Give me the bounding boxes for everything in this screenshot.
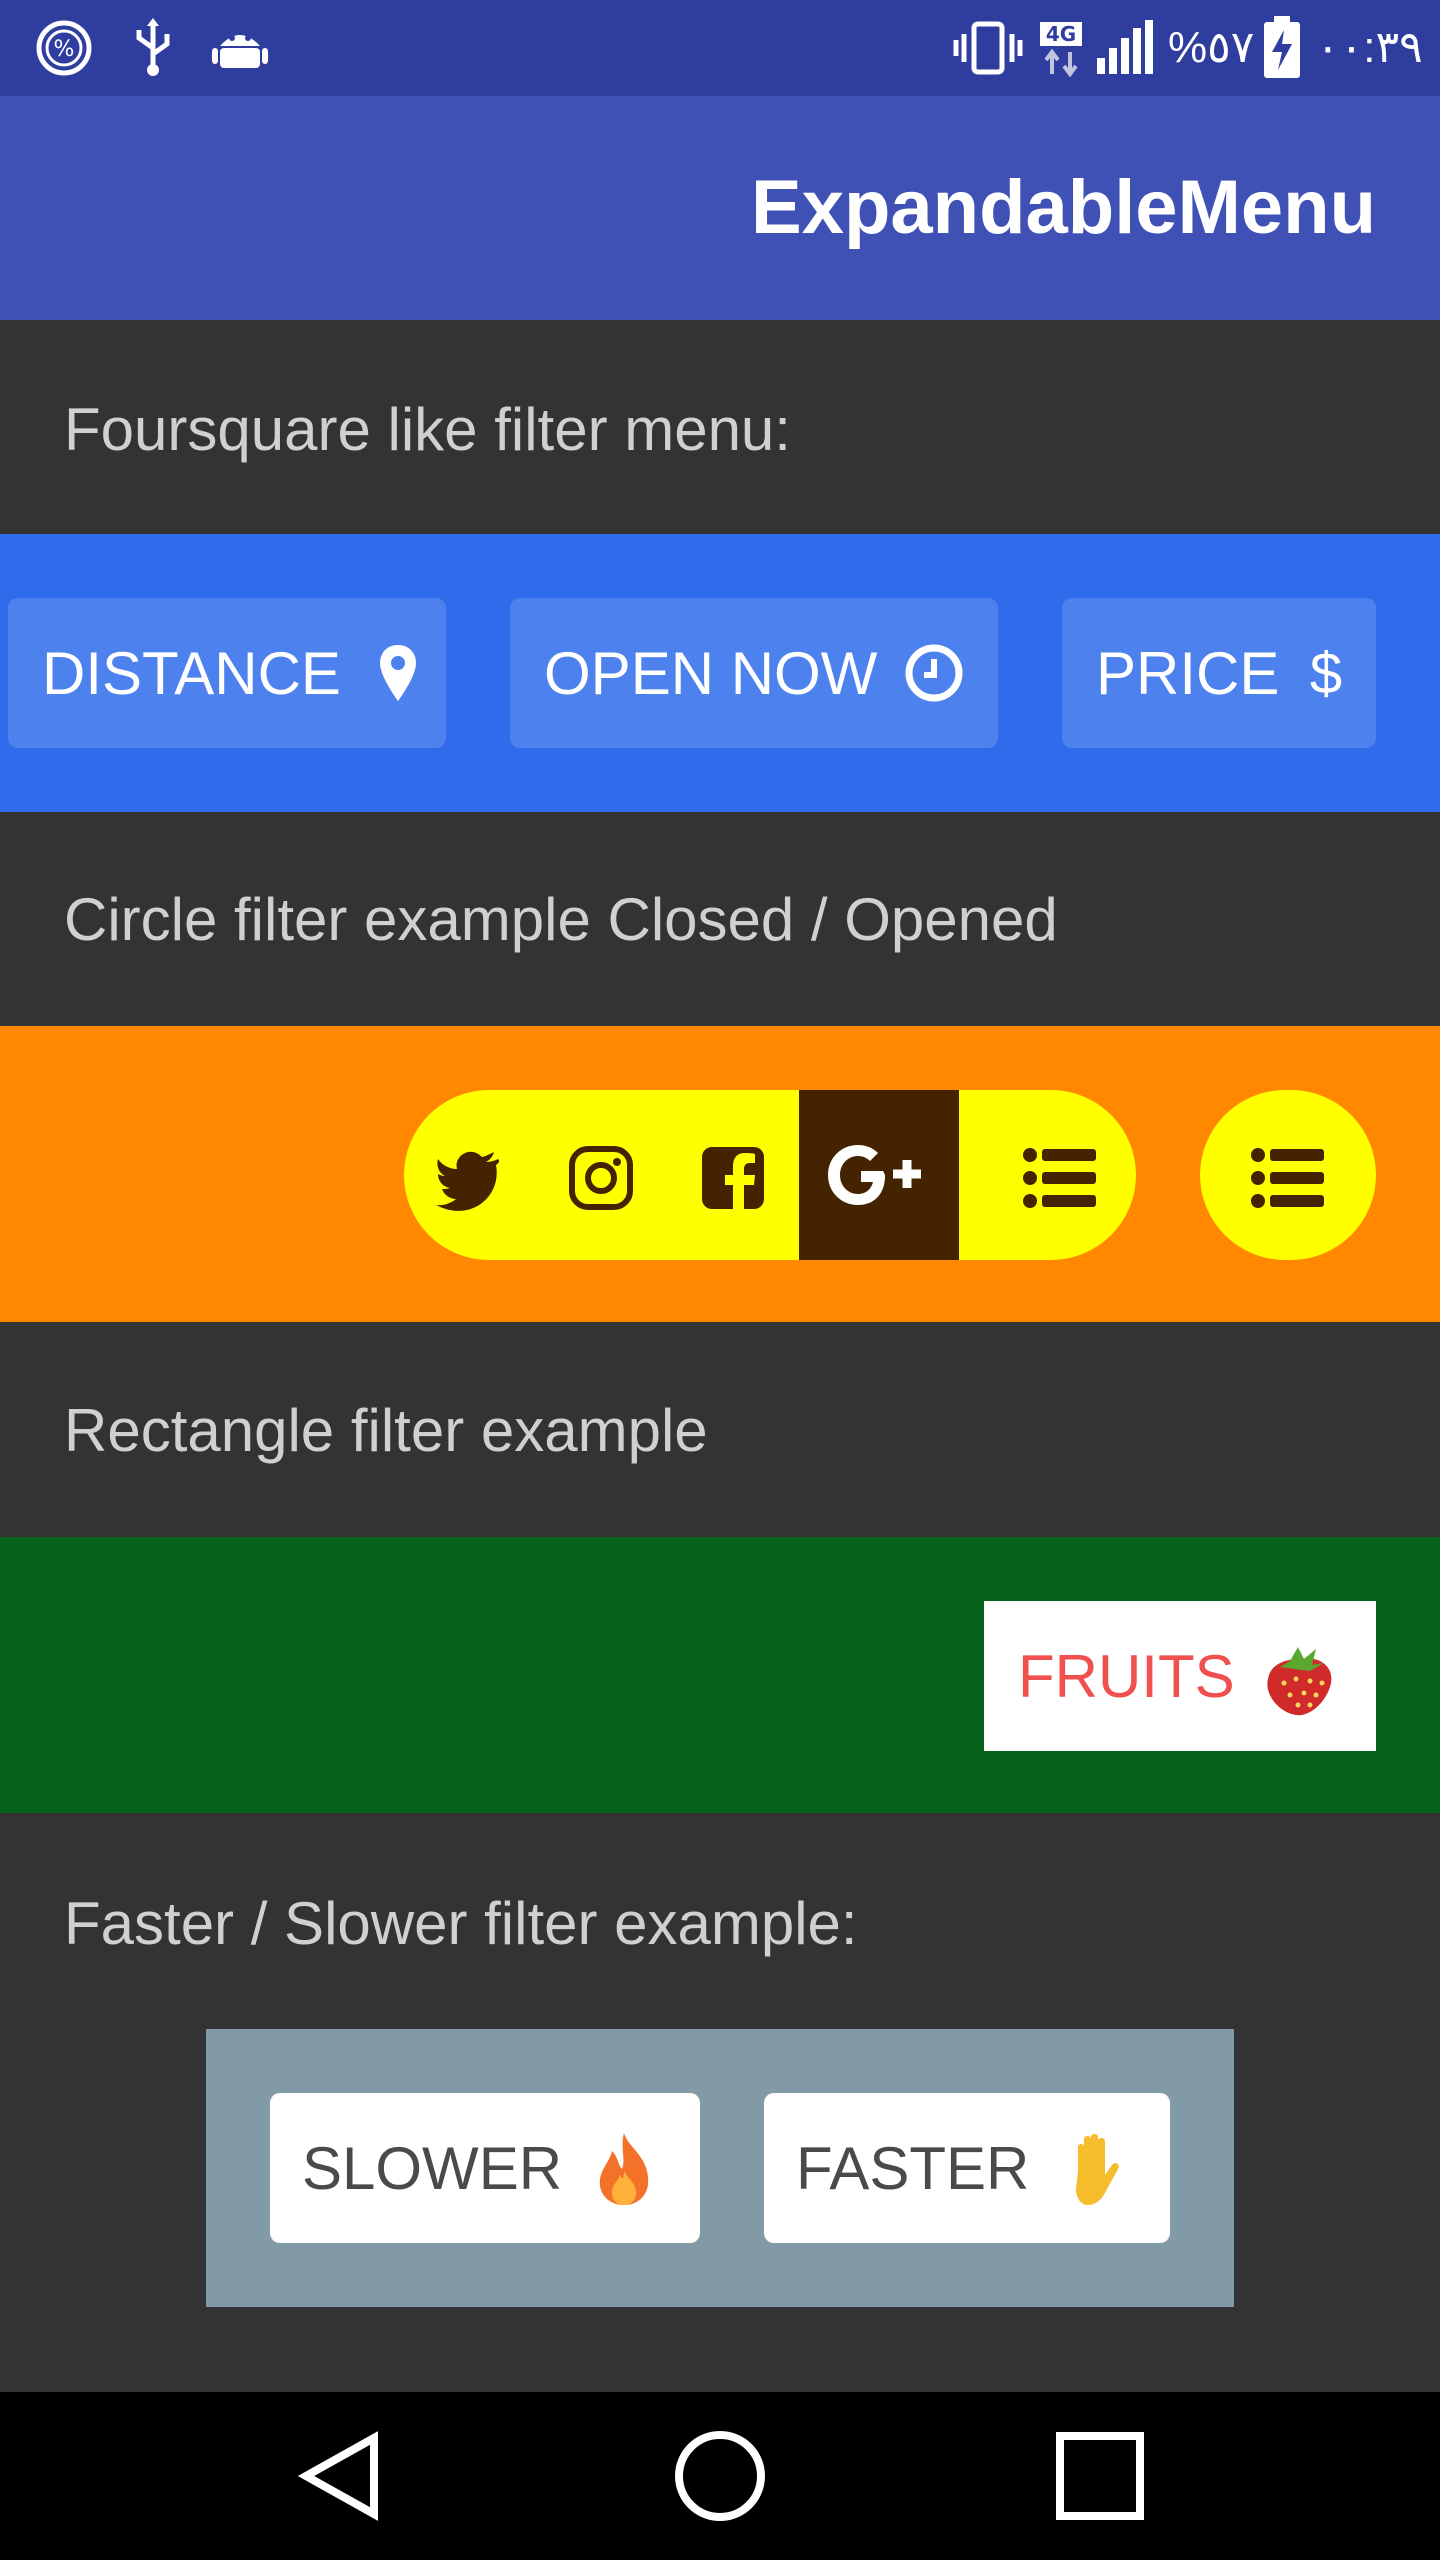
circle-menu-closed[interactable] [1200,1090,1376,1260]
speed-filter-box: SLOWER FASTER [206,2029,1234,2307]
battery-percent: %٥٧ [1168,23,1255,72]
clock-time: ٠٠:٣٩ [1316,23,1423,72]
circle-menu-opened [404,1090,1136,1260]
speed-section-label: Faster / Slower filter example: [64,1890,858,1957]
android-icon [210,18,270,78]
circle-section-label: Circle filter example Closed / Opened [64,886,1058,953]
recents-icon[interactable] [1050,2426,1150,2526]
navigation-bar [0,2392,1440,2560]
raised-hand-icon [1064,2131,1128,2207]
rectangle-section-label: Rectangle filter example [64,1397,708,1464]
price-label: PRICE [1096,639,1280,707]
map-marker-icon [368,643,428,703]
instagram-icon[interactable] [568,1145,634,1211]
open-now-label: OPEN NOW [544,639,878,707]
rectangle-filter-bar: FRUITS [0,1537,1440,1813]
slower-label: SLOWER [302,2134,563,2202]
faster-label: FASTER [796,2134,1030,2202]
google-plus-icon [827,1138,931,1212]
dollar-icon: $ [1296,641,1356,706]
fruits-label: FRUITS [1018,1642,1235,1710]
app-title: ExpandableMenu [751,165,1376,250]
faster-button[interactable]: FASTER [764,2093,1170,2243]
distance-button[interactable]: DISTANCE [8,598,446,748]
open-now-button[interactable]: OPEN NOW [510,598,998,748]
foursquare-filter-bar: DISTANCE OPEN NOW PRICE $ [0,534,1440,812]
twitter-icon[interactable] [436,1145,502,1211]
strawberry-icon [1260,1639,1340,1719]
svg-text:4G: 4G [1046,22,1076,46]
usb-icon [128,18,178,78]
distance-label: DISTANCE [42,639,341,707]
app-bar: ExpandableMenu [0,96,1440,320]
fruits-button[interactable]: FRUITS [984,1601,1376,1751]
fire-icon [594,2131,654,2207]
signal-icon [1094,18,1156,78]
clock-icon [904,643,964,703]
svg-text:%: % [54,37,75,62]
google-plus-selected-cell[interactable] [799,1090,959,1260]
list-icon[interactable] [1022,1145,1098,1211]
slower-button[interactable]: SLOWER [270,2093,700,2243]
vibrate-icon [950,18,1026,78]
svg-text:$: $ [1310,643,1342,703]
battery-charging-icon [1262,16,1302,78]
percent-circle-icon: % [34,18,94,78]
status-bar: % 4G %٥٧ ٠٠:٣٩ [0,0,1440,96]
foursquare-section-label: Foursquare like filter menu: [64,396,791,463]
home-icon[interactable] [670,2426,770,2526]
back-icon[interactable] [290,2426,390,2526]
facebook-icon[interactable] [700,1145,766,1211]
price-button[interactable]: PRICE $ [1062,598,1376,748]
network-4g-icon: 4G [1036,18,1090,78]
list-icon [1250,1145,1326,1211]
circle-filter-bar [0,1026,1440,1322]
